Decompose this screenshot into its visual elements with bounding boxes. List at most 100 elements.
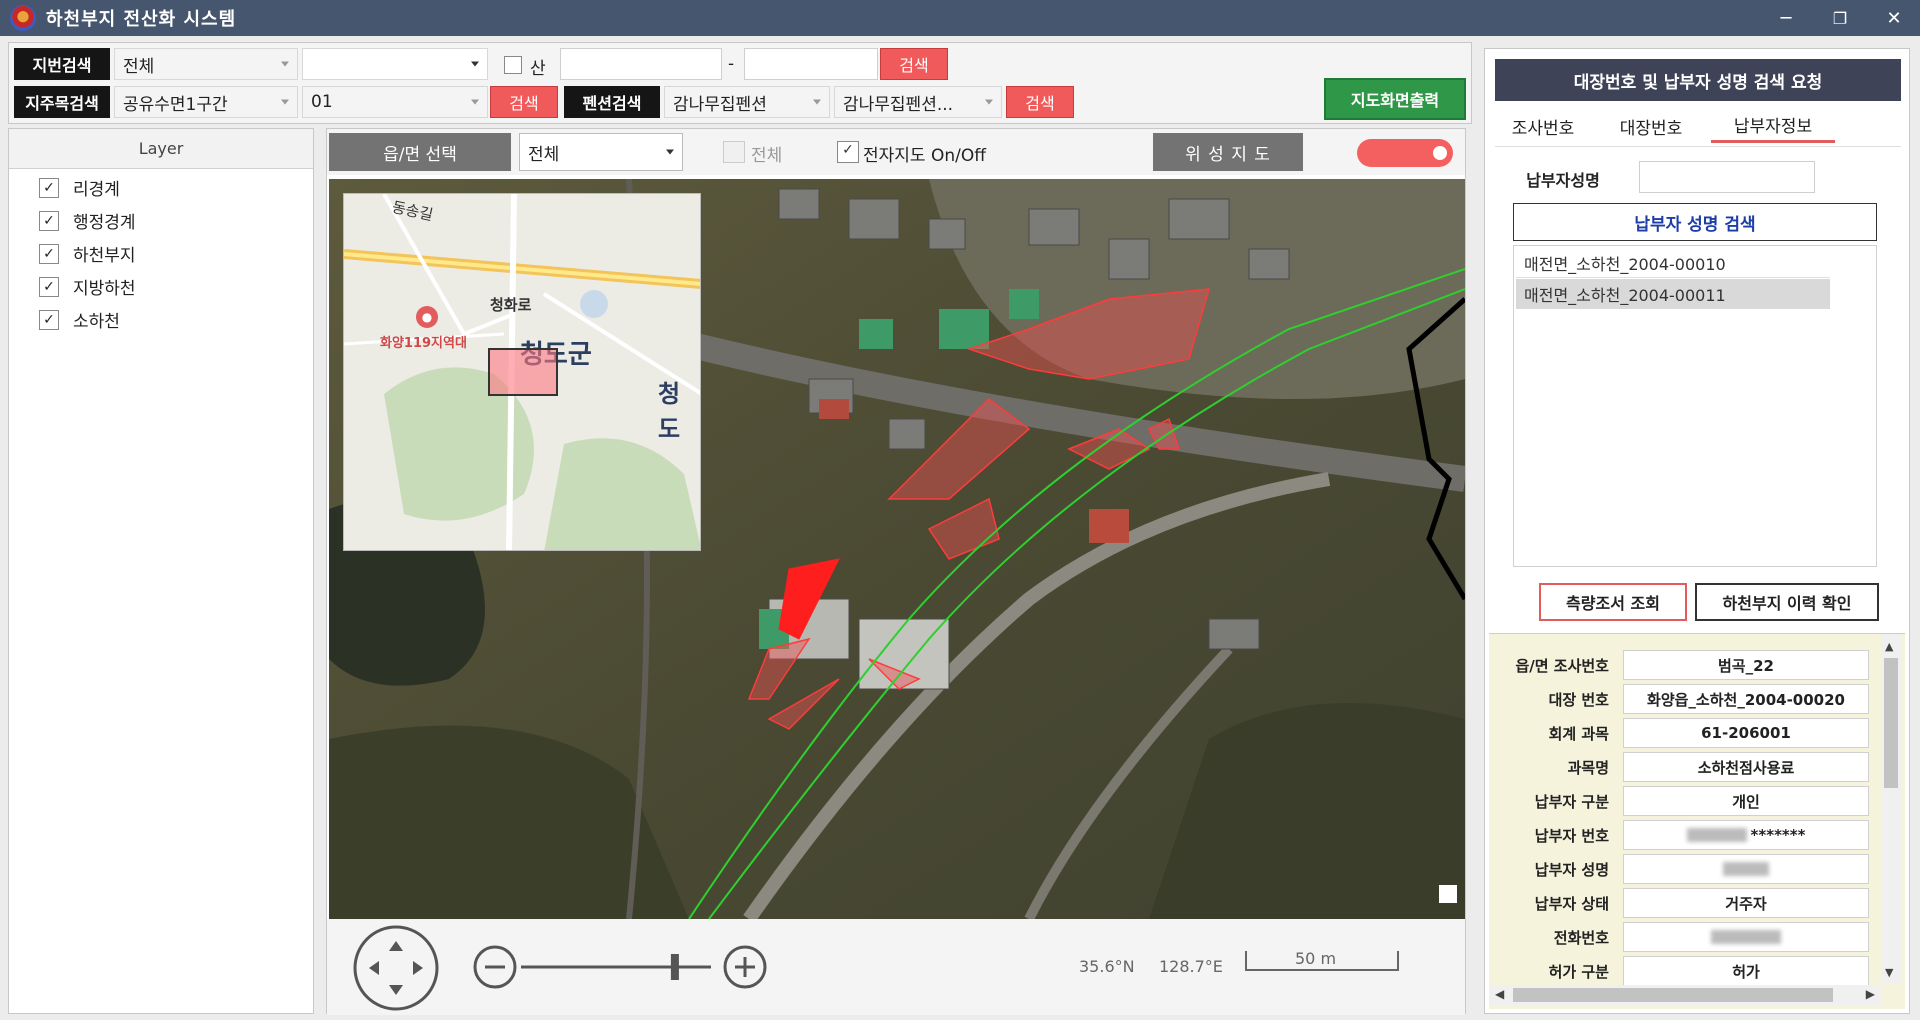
satellite-toggle[interactable] [1357,139,1453,167]
chevron-down-icon [281,61,289,67]
jijumok-search-label: 지주목검색 [14,86,110,118]
info-row-subject: 과목명 소하천점사용료 [1495,750,1885,784]
minimap-viewport-box[interactable] [488,348,558,396]
pension-select-2-value: 감나무집펜션... [843,94,954,115]
jibun-search-button[interactable]: 검색 [880,48,948,80]
info-key: 회계 과목 [1548,724,1609,743]
hscrollbar-thumb[interactable] [1513,988,1833,1002]
info-key: 납부자 상태 [1534,894,1609,913]
jijumok-select[interactable]: 공유수면1구간 [114,86,298,118]
close-button[interactable]: ✕ [1872,0,1916,36]
info-row-survey-number: 읍/면 조사번호 범곡_22 [1495,648,1885,682]
info-row-payer-number: 납부자 번호 ******* [1495,818,1885,852]
scroll-down-icon[interactable]: ▼ [1885,966,1893,979]
info-value-text: ******* [1750,826,1806,844]
info-row-phone: 전화번호 [1495,920,1885,954]
info-row-permit-type: 허가 구분 허가 [1495,954,1885,988]
dash-label: - [728,54,735,74]
info-key: 납부자 번호 [1534,826,1609,845]
pan-control-icon[interactable] [351,923,441,1013]
payer-name-search-button[interactable]: 납부자 성명 검색 [1513,203,1877,241]
scroll-right-icon[interactable]: ▶ [1866,987,1875,1001]
latitude-readout: 35.6°N [1079,957,1135,976]
emap-checkbox[interactable]: ✓ [837,141,859,163]
layer-item-hacheonbuji[interactable]: ✓ 하천부지 [39,241,136,266]
tab-divider [1495,146,1901,147]
info-value: 범곡_22 [1623,650,1869,680]
layer-item-jibanghacheon[interactable]: ✓ 지방하천 [39,274,136,299]
list-item-selected[interactable]: 매전면_소하천_2004-00011 [1516,279,1830,309]
minimap-road-label-2: 청화로 [490,296,532,314]
all-checkbox[interactable] [723,141,745,163]
san-label: 산 [530,59,546,79]
info-key: 읍/면 조사번호 [1515,656,1609,675]
layer-item-sohacheon[interactable]: ✓ 소하천 [39,307,120,332]
satellite-button[interactable]: 위 성 지 도 [1153,133,1303,171]
jijumok-search-button[interactable]: 검색 [490,86,558,118]
redacted-block [1723,862,1769,876]
tab-ledger-number[interactable]: 대장번호 [1601,109,1701,143]
jijumok-select-value: 공유수면1구간 [123,94,228,115]
print-map-button[interactable]: 지도화면출력 [1324,78,1466,120]
scroll-up-icon[interactable]: ▲ [1885,640,1893,653]
info-value: 61-206001 [1623,718,1869,748]
jibun-sub-input[interactable] [744,48,878,80]
tab-survey-number[interactable]: 조사번호 [1493,109,1593,143]
info-row-payer-status: 납부자 상태 거주자 [1495,886,1885,920]
layer-item-rigyeonggye[interactable]: ✓ 리경계 [39,175,120,200]
info-row-payer-name: 납부자 성명 [1495,852,1885,886]
history-check-button[interactable]: 하천부지 이력 확인 [1695,583,1879,621]
info-key: 납부자 성명 [1534,860,1609,879]
info-value: 거주자 [1623,888,1869,918]
pension-search-button[interactable]: 검색 [1006,86,1074,118]
chevron-down-icon [666,149,674,155]
map-toolbar: 읍/면 선택 전체 전체 ✓ 전자지도 On/Off 위 성 지 도 [327,129,1465,175]
checkbox-checked[interactable]: ✓ [39,210,59,231]
minimize-button[interactable]: ─ [1764,0,1808,36]
checkbox-checked[interactable]: ✓ [39,276,59,297]
info-value [1623,922,1869,952]
overview-minimap[interactable]: 동송길 청화로 ● 화양119지역대 청도군 청도 [343,193,701,551]
all-label: 전체 [751,146,783,166]
horizontal-scrollbar[interactable]: ◀ ▶ [1489,985,1881,1005]
emap-label: 전자지도 On/Off [863,146,986,166]
payer-name-input[interactable] [1639,161,1815,193]
vertical-scrollbar[interactable]: ▲ ▼ [1881,634,1901,984]
info-key: 전화번호 [1553,928,1609,947]
info-row-payer-type: 납부자 구분 개인 [1495,784,1885,818]
pension-select-1-value: 감나무집펜션 [673,94,767,115]
jibun-search-label: 지번검색 [14,48,110,80]
map-panel: 읍/면 선택 전체 전체 ✓ 전자지도 On/Off 위 성 지 도 동송길 청… [326,128,1466,1015]
checkbox-checked[interactable]: ✓ [39,177,59,198]
right-panel-header: 대장번호 및 납부자 성명 검색 요청 [1495,59,1901,101]
jijumok-number-select[interactable]: 01 [302,86,488,118]
info-value: 소하천점사용료 [1623,752,1869,782]
layer-item-haengjeonggyeonggye[interactable]: ✓ 행정경계 [39,208,136,233]
eup-select-value: 전체 [528,144,560,165]
zoom-control[interactable] [471,943,771,993]
jibun-select2[interactable] [302,48,488,80]
eup-select[interactable]: 전체 [519,133,683,171]
layer-label: 하천부지 [73,246,136,266]
tab-payer-info[interactable]: 납부자정보 [1711,109,1835,143]
checkbox-checked[interactable]: ✓ [39,309,59,330]
scale-label: 50 m [1295,949,1337,968]
satellite-map[interactable]: 동송길 청화로 ● 화양119지역대 청도군 청도 [329,179,1465,919]
scroll-left-icon[interactable]: ◀ [1495,987,1504,1001]
survey-report-button[interactable]: 측량조서 조회 [1539,583,1687,621]
restore-button[interactable]: ❐ [1818,0,1862,36]
pension-select-1[interactable]: 감나무집펜션 [664,86,830,118]
checkbox-checked[interactable]: ✓ [39,243,59,264]
san-checkbox[interactable] [504,56,522,74]
eup-select-button[interactable]: 읍/면 선택 [329,133,511,171]
longitude-readout: 128.7°E [1159,957,1223,976]
redacted-block [1686,828,1747,842]
list-item[interactable]: 매전면_소하천_2004-00010 [1516,248,1830,278]
layer-label: 행정경계 [73,213,136,233]
pension-select-2[interactable]: 감나무집펜션... [834,86,1002,118]
info-key: 대장 번호 [1548,690,1609,709]
info-key: 납부자 구분 [1534,792,1609,811]
jibun-select[interactable]: 전체 [114,48,298,80]
scrollbar-thumb[interactable] [1884,658,1898,788]
jibun-main-input[interactable] [560,48,722,80]
